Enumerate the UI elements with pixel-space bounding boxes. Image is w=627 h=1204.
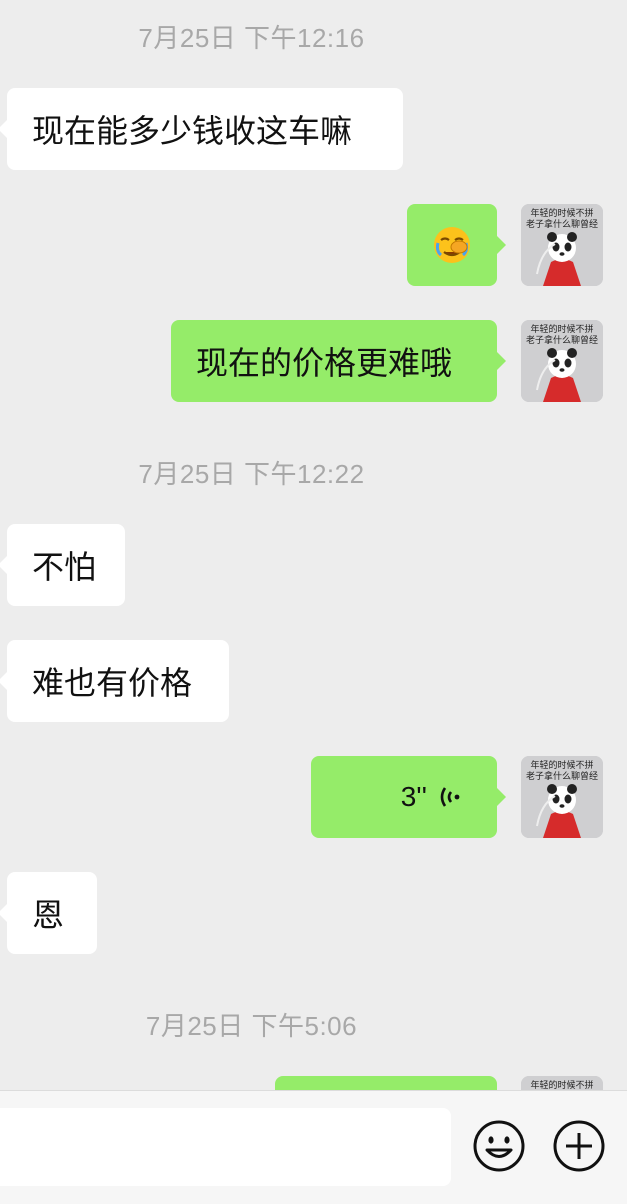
outgoing-message[interactable]: 现在的价格更难哦 <box>171 320 506 402</box>
svg-text:年轻的时候不拼: 年轻的时候不拼 <box>530 323 593 335</box>
incoming-message[interactable]: 现在能多少钱收这车嘛 <box>0 88 403 170</box>
input-bar <box>0 1090 627 1204</box>
face-with-hand-crying-emoji <box>434 227 470 263</box>
voice-wave-icon <box>440 787 460 807</box>
message-text: 难也有价格 <box>32 664 193 702</box>
outgoing-voice-message[interactable]: 3'' <box>311 756 506 838</box>
incoming-message[interactable]: 难也有价格 <box>0 640 229 722</box>
message-text: 不怕 <box>32 548 97 586</box>
plus-icon[interactable] <box>552 1119 606 1173</box>
svg-text:年轻的时候不拼: 年轻的时候不拼 <box>530 759 593 771</box>
svg-text:老子拿什么聊曾经: 老子拿什么聊曾经 <box>526 218 598 230</box>
timestamp: 7月25日 下午12:22 <box>138 459 365 489</box>
timestamp: 7月25日 下午12:16 <box>138 23 365 53</box>
incoming-message[interactable]: 恩 <box>0 872 97 954</box>
avatar[interactable]: 年轻的时候不拼 老子拿什么聊曾经 <box>521 756 603 838</box>
svg-text:老子拿什么聊曾经: 老子拿什么聊曾经 <box>526 334 598 346</box>
outgoing-emoji-message[interactable] <box>407 204 506 286</box>
message-input[interactable] <box>0 1108 451 1186</box>
svg-text:年轻的时候不拼: 年轻的时候不拼 <box>530 207 593 219</box>
message-text: 恩 <box>32 896 65 934</box>
timestamp: 7月25日 下午5:06 <box>145 1011 358 1041</box>
message-text: 现在的价格更难哦 <box>196 344 453 382</box>
panda-avatar-icon: 年轻的时候不拼 老子拿什么聊曾经 <box>521 204 603 286</box>
panda-avatar-icon: 年轻的时候不拼 老子拿什么聊曾经 <box>521 320 603 402</box>
voice-duration: 3'' <box>400 781 427 812</box>
panda-avatar-icon: 年轻的时候不拼 老子拿什么聊曾经 <box>521 756 603 838</box>
avatar[interactable]: 年轻的时候不拼 老子拿什么聊曾经 <box>521 204 603 286</box>
message-text: 现在能多少钱收这车嘛 <box>32 112 353 150</box>
svg-text:老子拿什么聊曾经: 老子拿什么聊曾经 <box>526 770 598 782</box>
smiley-icon[interactable] <box>472 1119 526 1173</box>
voice-content: 3'' <box>311 781 497 813</box>
avatar[interactable]: 年轻的时候不拼 老子拿什么聊曾经 <box>521 320 603 402</box>
incoming-message[interactable]: 不怕 <box>0 524 125 606</box>
